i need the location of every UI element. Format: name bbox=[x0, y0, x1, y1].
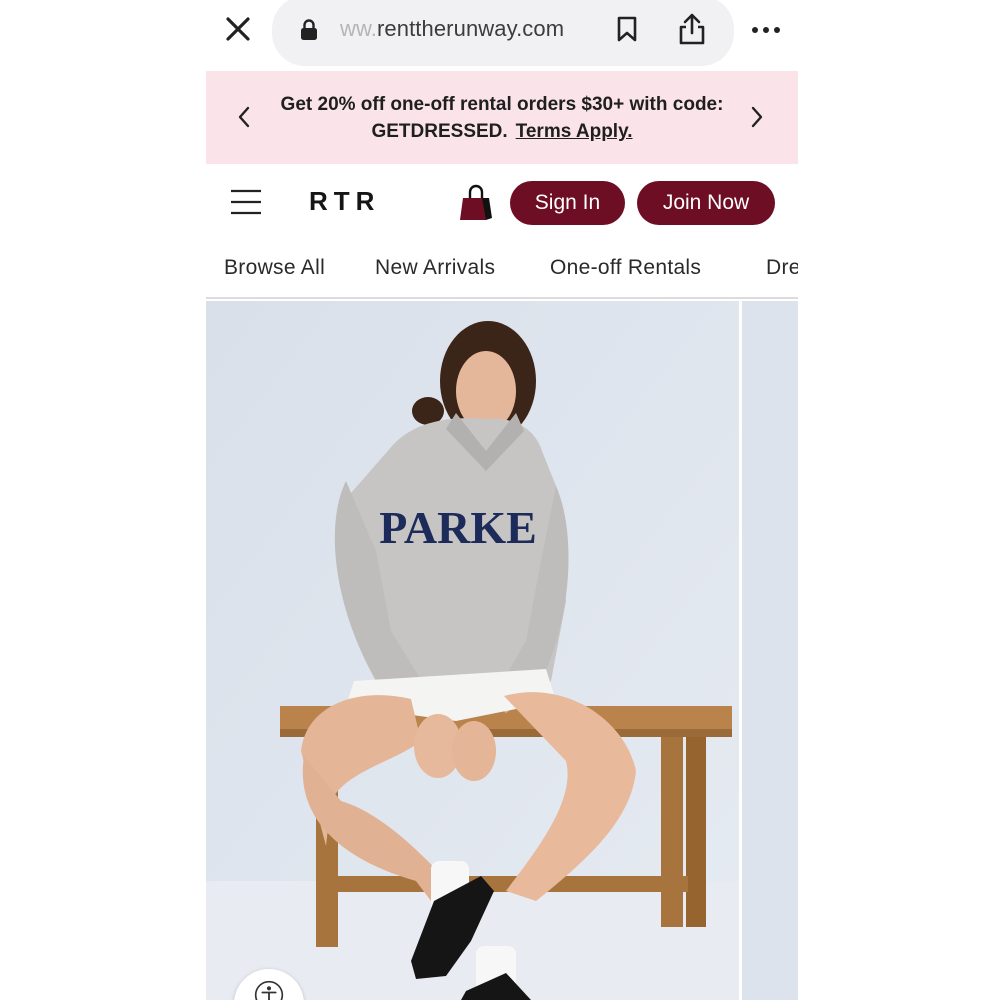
hero-image[interactable]: PARKE bbox=[206, 301, 739, 1000]
url-text[interactable]: ww.renttherunway.com bbox=[340, 16, 564, 42]
browser-toolbar: ww.renttherunway.com bbox=[0, 0, 1000, 70]
nav-item-dresses[interactable]: Dre bbox=[766, 256, 798, 280]
next-product-image[interactable] bbox=[742, 301, 798, 1000]
nav-item-new-arrivals[interactable]: New Arrivals bbox=[375, 256, 495, 280]
url-domain: renttherunway.com bbox=[376, 16, 565, 41]
hamburger-menu-icon[interactable] bbox=[230, 188, 262, 216]
promo-text: Get 20% off one-off rental orders $30+ w… bbox=[266, 91, 738, 145]
promo-banner: Get 20% off one-off rental orders $30+ w… bbox=[206, 71, 798, 164]
web-page: Get 20% off one-off rental orders $30+ w… bbox=[206, 71, 798, 1000]
accessibility-icon bbox=[254, 980, 284, 1000]
nav-item-browse-all[interactable]: Browse All bbox=[224, 256, 325, 280]
category-nav: Browse All New Arrivals One-off Rentals … bbox=[206, 242, 798, 299]
site-logo[interactable]: RTR bbox=[309, 186, 380, 217]
sign-in-button[interactable]: Sign In bbox=[510, 181, 625, 225]
more-icon[interactable] bbox=[750, 20, 782, 40]
lock-icon bbox=[300, 19, 318, 41]
nav-item-one-off-rentals[interactable]: One-off Rentals bbox=[550, 256, 701, 280]
sweatshirt-print: PARKE bbox=[379, 502, 537, 553]
share-icon[interactable] bbox=[677, 12, 707, 46]
terms-link[interactable]: Terms Apply. bbox=[516, 121, 633, 142]
site-header: RTR Sign In Join Now bbox=[206, 164, 798, 242]
promo-message: Get 20% off one-off rental orders $30+ w… bbox=[280, 94, 724, 142]
shopping-bag-icon[interactable] bbox=[458, 184, 494, 222]
hero-photo: PARKE bbox=[206, 301, 739, 1000]
url-prefix: ww. bbox=[340, 16, 377, 41]
bookmark-icon[interactable] bbox=[616, 16, 638, 42]
join-now-button[interactable]: Join Now bbox=[637, 181, 775, 225]
chevron-left-icon[interactable] bbox=[236, 104, 252, 130]
chevron-right-icon[interactable] bbox=[749, 104, 765, 130]
close-icon[interactable] bbox=[222, 13, 254, 45]
